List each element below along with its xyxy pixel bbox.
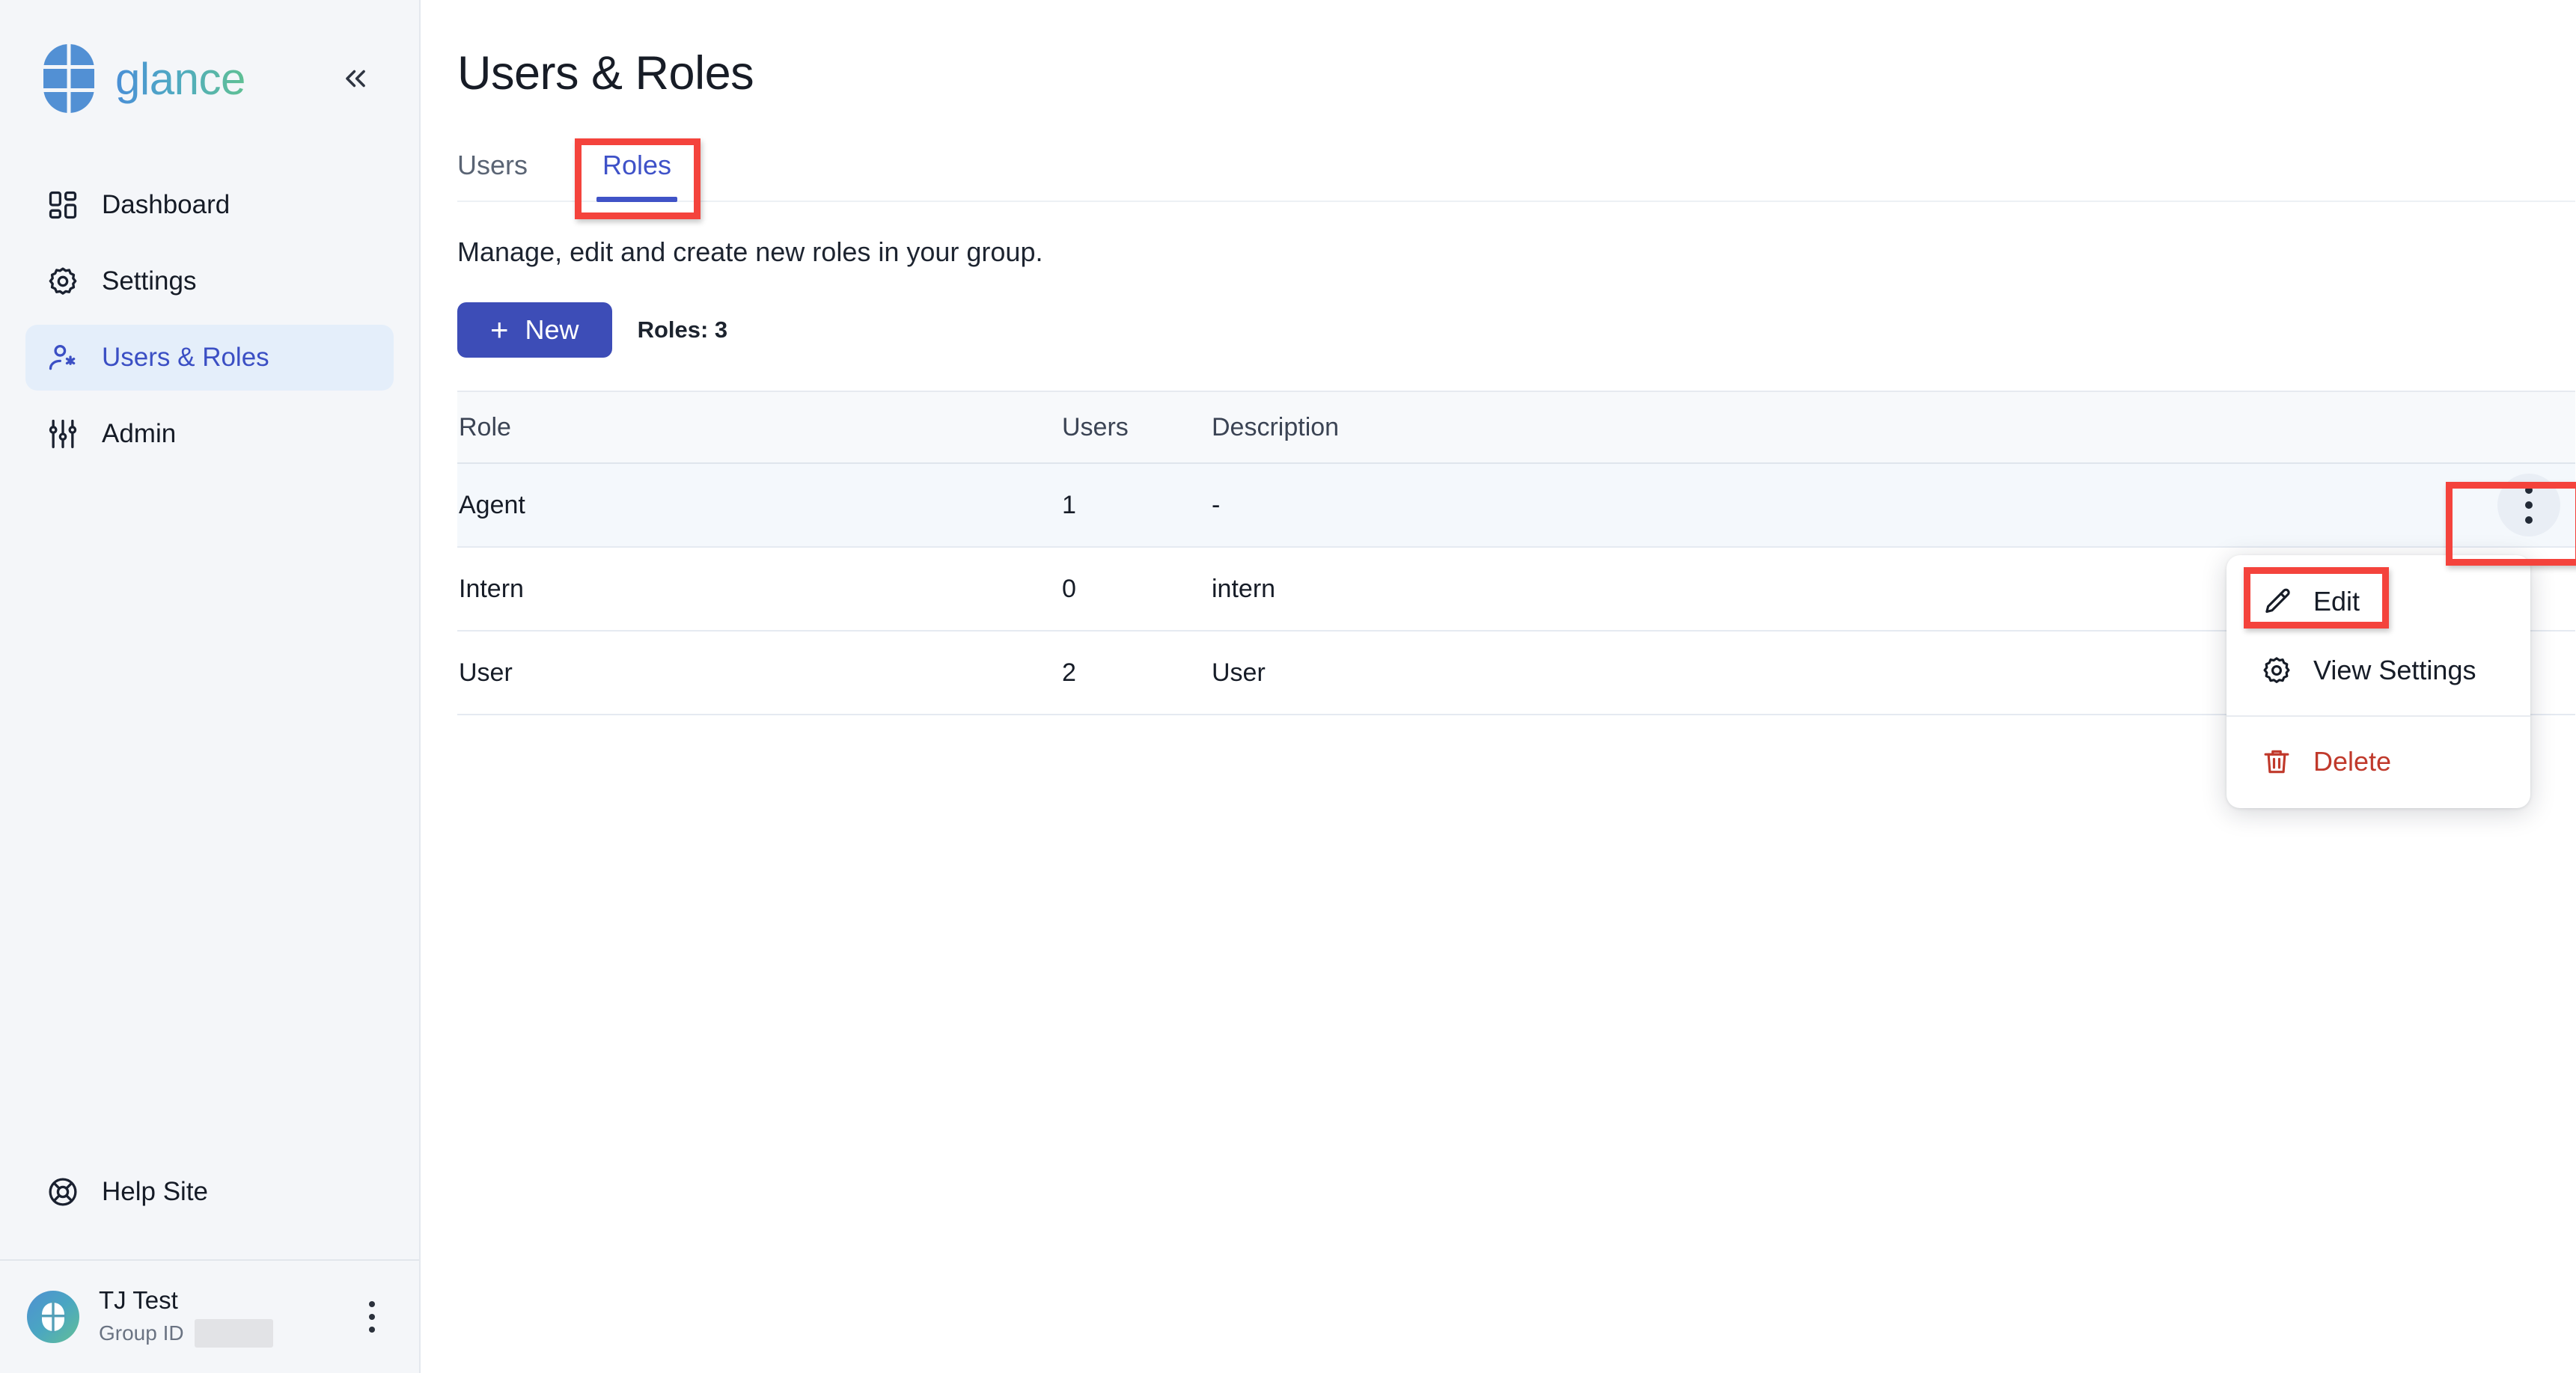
page-title: Users & Roles [457, 47, 754, 100]
tab-roles[interactable]: Roles [576, 150, 698, 202]
profile-name: TJ Test [99, 1286, 178, 1314]
tab-users[interactable]: Users [457, 150, 576, 201]
more-vertical-icon[interactable] [355, 1294, 389, 1339]
cell-description: - [1212, 490, 1221, 519]
sidebar-item-label: Users & Roles [102, 343, 269, 372]
profile-section[interactable]: TJ Test Group ID [0, 1261, 419, 1373]
sidebar-item-dashboard[interactable]: Dashboard [25, 172, 394, 238]
table-header-row: Role Users Description [457, 391, 2575, 464]
brand-name: glance [115, 53, 245, 104]
sidebar-item-help-site[interactable]: Help Site [0, 1159, 419, 1225]
sidebar: glance Dashboard Settings Users & Roles … [0, 0, 421, 1373]
context-menu-item-label: View Settings [2313, 655, 2476, 685]
profile-group-id-value-redacted [194, 1319, 273, 1348]
plus-icon: + [490, 312, 509, 347]
table-row[interactable]: Agent 1 - [457, 464, 2575, 548]
roles-count: Roles: 3 [637, 317, 728, 343]
profile-group-id-label: Group ID [99, 1321, 184, 1345]
avatar [27, 1291, 79, 1343]
gear-icon [2261, 655, 2292, 686]
dashboard-grid-icon [46, 189, 79, 221]
row-context-menu: Edit View Settings Delete [2226, 555, 2530, 808]
column-header-users: Users [1062, 412, 1129, 441]
cell-actions [2463, 474, 2575, 536]
column-header-description: Description [1212, 412, 1340, 441]
context-menu-item-edit[interactable]: Edit [2226, 567, 2530, 636]
context-menu-item-delete[interactable]: Delete [2226, 727, 2530, 796]
cell-users: 2 [1062, 658, 1076, 687]
sidebar-item-admin[interactable]: Admin [25, 401, 394, 467]
cell-users: 1 [1062, 490, 1076, 519]
sidebar-nav: Dashboard Settings Users & Roles Admin [0, 172, 419, 467]
cell-role: Agent [459, 490, 525, 519]
sidebar-item-label: Dashboard [102, 190, 231, 219]
profile-text: TJ Test Group ID [99, 1286, 273, 1348]
sidebar-item-users-roles[interactable]: Users & Roles [25, 325, 394, 391]
sidebar-item-label: Admin [102, 419, 177, 448]
sidebar-item-label: Help Site [102, 1177, 209, 1206]
sidebar-item-settings[interactable]: Settings [25, 248, 394, 314]
tab-bar: Users Roles [457, 136, 2575, 202]
row-more-vertical-icon[interactable] [2497, 474, 2560, 536]
lifebuoy-icon [46, 1175, 79, 1208]
user-gear-icon [46, 341, 79, 374]
cell-role: User [459, 658, 513, 687]
chevron-double-left-icon[interactable] [337, 60, 374, 97]
context-menu-item-label: Delete [2313, 746, 2392, 777]
new-role-button[interactable]: + New [457, 302, 612, 358]
gear-icon [46, 265, 79, 298]
trash-icon [2261, 746, 2292, 777]
brand-row: glance [0, 0, 419, 157]
column-header-role: Role [459, 412, 511, 441]
pencil-icon [2261, 586, 2292, 617]
new-role-button-label: New [525, 314, 579, 345]
toolbar: + New Roles: 3 [457, 302, 2576, 358]
glance-logo-icon [42, 43, 96, 114]
context-menu-item-label: Edit [2313, 586, 2360, 617]
context-menu-item-view-settings[interactable]: View Settings [2226, 636, 2530, 705]
app-root: glance Dashboard Settings Users & Roles … [0, 0, 2576, 1373]
cell-users: 0 [1062, 574, 1076, 603]
page-subtitle: Manage, edit and create new roles in you… [457, 236, 1043, 267]
cell-role: Intern [459, 574, 524, 603]
sidebar-item-label: Settings [102, 266, 197, 296]
sliders-icon [46, 418, 79, 450]
profile-group-id: Group ID [99, 1319, 273, 1348]
context-menu-divider [2226, 715, 2530, 717]
